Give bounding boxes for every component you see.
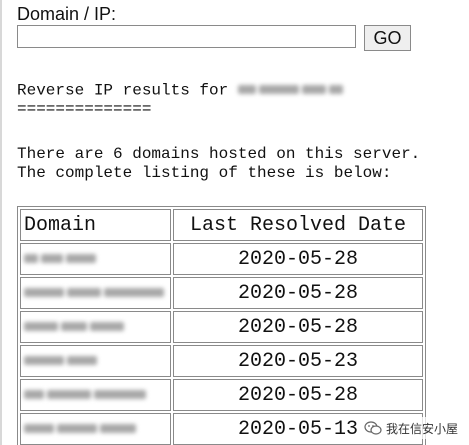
summary-line-1: There are 6 domains hosted on this serve…: [17, 145, 421, 163]
results-heading: Reverse IP results for: [17, 81, 346, 101]
redacted-domain: [24, 247, 99, 270]
table-row: 2020-05-28: [20, 277, 423, 309]
domain-ip-label: Domain / IP:: [17, 4, 117, 24]
domain-cell: [20, 379, 171, 411]
redacted-ip: [237, 81, 346, 100]
table-row: 2020-05-28: [20, 243, 423, 275]
results-heading-prefix: Reverse IP results for: [17, 81, 238, 100]
domain-ip-input[interactable]: [17, 25, 356, 48]
redacted-domain: [24, 315, 127, 338]
results-table: Domain Last Resolved Date 2020-05-28 202…: [17, 206, 426, 445]
redacted-domain: [24, 349, 100, 372]
redacted-domain: [24, 281, 167, 304]
domain-cell: [20, 311, 171, 343]
column-header-domain: Domain: [20, 209, 171, 241]
wechat-logo-icon: [364, 421, 382, 435]
domain-cell: [20, 277, 171, 309]
domain-cell: [20, 345, 171, 377]
redacted-domain: [24, 383, 149, 406]
last-resolved-date-cell: 2020-05-23: [173, 345, 423, 377]
redacted-domain: [24, 417, 139, 440]
domain-cell: [20, 243, 171, 275]
column-header-last-resolved-date: Last Resolved Date: [173, 209, 423, 241]
last-resolved-date-cell: 2020-05-28: [173, 277, 423, 309]
summary-line-2: The complete listing of these is below:: [17, 164, 392, 182]
watermark-text: 我在信安小屋: [385, 421, 458, 436]
table-row: 2020-05-28: [20, 311, 423, 343]
watermark: 我在信安小屋: [360, 417, 461, 439]
table-row: 2020-05-28: [20, 379, 423, 411]
last-resolved-date-cell: 2020-05-28: [173, 243, 423, 275]
last-resolved-date-cell: 2020-05-28: [173, 379, 423, 411]
domain-cell: [20, 413, 171, 445]
last-resolved-date-cell: 2020-05-28: [173, 311, 423, 343]
page-left-rule: [0, 0, 2, 445]
table-header-row: Domain Last Resolved Date: [20, 209, 423, 241]
results-heading-underline: ==============: [17, 100, 152, 118]
table-row: 2020-05-23: [20, 345, 423, 377]
go-button[interactable]: GO: [364, 25, 411, 51]
